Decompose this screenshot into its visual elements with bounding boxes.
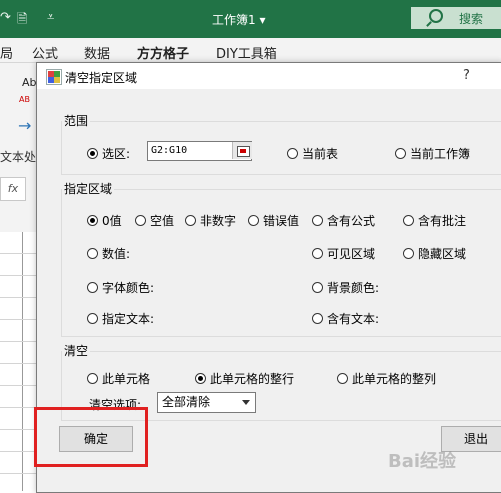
radio-non-number[interactable]: 非数字 xyxy=(185,212,236,229)
radio-button[interactable] xyxy=(287,148,298,159)
radio-button[interactable] xyxy=(87,248,98,259)
dialog-title-bar: 清空指定区域 ? xyxy=(37,63,501,89)
arrow-right-icon[interactable]: → xyxy=(18,116,31,135)
menu-item-formulas[interactable]: 公式 xyxy=(32,43,58,62)
radio-current-sheet-label: 当前表 xyxy=(302,147,339,161)
radio-background-color[interactable]: 背景颜色: xyxy=(312,279,379,296)
radio-button[interactable] xyxy=(312,215,323,226)
chevron-down-icon xyxy=(242,400,250,405)
search-label: 搜索 xyxy=(459,12,484,26)
radio-non-number-label: 非数字 xyxy=(200,214,237,228)
radio-current-workbook-label: 当前工作簿 xyxy=(410,147,471,161)
radio-button[interactable] xyxy=(403,248,414,259)
radio-visible-area-label: 可见区域 xyxy=(327,247,376,261)
clear-option-select[interactable]: 全部清除 xyxy=(157,392,256,413)
area-group-title: 指定区域 xyxy=(62,180,115,197)
worksheet-grid[interactable] xyxy=(0,232,36,491)
ribbon-ab-small-button[interactable]: AB xyxy=(19,95,30,104)
radio-contains-text[interactable]: 含有文本: xyxy=(312,310,379,327)
radio-specified-text-label: 指定文本: xyxy=(102,312,155,326)
search-box[interactable]: 搜索 xyxy=(411,7,501,29)
menu-item-fangfang[interactable]: 方方格子 xyxy=(137,43,189,62)
radio-button[interactable] xyxy=(337,373,348,384)
radio-contains-text-label: 含有文本: xyxy=(327,312,380,326)
radio-font-color[interactable]: 字体颜色: xyxy=(87,279,154,296)
radio-contains-comment-label: 含有批注 xyxy=(418,214,467,228)
menu-item-data[interactable]: 数据 xyxy=(84,43,110,62)
radio-this-cell[interactable]: 此单元格 xyxy=(87,370,150,387)
radio-zero-value-label: 0值 xyxy=(102,214,122,228)
radio-button[interactable] xyxy=(87,313,98,324)
radio-selection-label: 选区: xyxy=(102,147,131,161)
radio-current-sheet[interactable]: 当前表 xyxy=(287,145,338,162)
radio-empty-value-label: 空值 xyxy=(150,214,175,228)
clear-option-value: 全部清除 xyxy=(162,395,211,409)
radio-button[interactable] xyxy=(403,215,414,226)
radio-button[interactable] xyxy=(87,282,98,293)
range-picker-button[interactable] xyxy=(232,142,252,159)
clear-group-title: 清空 xyxy=(62,342,91,359)
radio-button[interactable] xyxy=(248,215,259,226)
redo-icon[interactable]: ↷ xyxy=(0,10,11,25)
radio-button[interactable] xyxy=(312,282,323,293)
radio-button[interactable] xyxy=(87,215,98,226)
ribbon-text-processing-label: 文本处 xyxy=(0,150,37,164)
radio-button[interactable] xyxy=(312,313,323,324)
radio-current-workbook[interactable]: 当前工作簿 xyxy=(395,145,470,162)
search-icon xyxy=(429,9,443,23)
workbook-title: 工作簿1 ▾ xyxy=(212,13,266,27)
file-icon[interactable]: 🗎 xyxy=(17,10,27,32)
help-button[interactable]: ? xyxy=(463,68,470,83)
dialog-title: 清空指定区域 xyxy=(65,71,138,85)
radio-zero-value[interactable]: 0值 xyxy=(87,212,122,229)
radio-this-cell-label: 此单元格 xyxy=(102,372,151,386)
excel-menu-bar: 局 公式 数据 方方格子 DIY工具箱 xyxy=(0,38,501,63)
range-group-title: 范围 xyxy=(62,112,91,129)
watermark: Bai经验 xyxy=(388,451,457,472)
radio-whole-column[interactable]: 此单元格的整列 xyxy=(337,370,436,387)
radio-error-value[interactable]: 错误值 xyxy=(248,212,299,229)
radio-selection[interactable]: 选区: xyxy=(87,145,130,162)
insert-function-button[interactable]: fx xyxy=(0,177,26,201)
radio-whole-column-label: 此单元格的整列 xyxy=(352,372,437,386)
radio-visible-area[interactable]: 可见区域 xyxy=(312,245,375,262)
radio-button[interactable] xyxy=(185,215,196,226)
radio-hidden-area-label: 隐藏区域 xyxy=(418,247,467,261)
radio-button[interactable] xyxy=(395,148,406,159)
radio-button[interactable] xyxy=(195,373,206,384)
excel-title-bar: ↷ 🗎 ⩡ 工作簿1 ▾ 搜索 xyxy=(0,0,501,38)
radio-background-color-label: 背景颜色: xyxy=(327,281,380,295)
radio-error-value-label: 错误值 xyxy=(263,214,300,228)
radio-font-color-label: 字体颜色: xyxy=(102,281,155,295)
radio-whole-row-label: 此单元格的整行 xyxy=(210,372,295,386)
radio-button[interactable] xyxy=(87,373,98,384)
radio-empty-value[interactable]: 空值 xyxy=(135,212,174,229)
radio-contains-comment[interactable]: 含有批注 xyxy=(403,212,466,229)
radio-whole-row[interactable]: 此单元格的整行 xyxy=(195,370,294,387)
range-picker-icon xyxy=(237,146,250,157)
radio-number-label: 数值: xyxy=(102,247,131,261)
radio-button[interactable] xyxy=(135,215,146,226)
menu-item-partial[interactable]: 局 xyxy=(0,43,13,62)
menu-item-diy-toolbox[interactable]: DIY工具箱 xyxy=(216,43,277,62)
radio-contains-formula-label: 含有公式 xyxy=(327,214,376,228)
highlight-frame xyxy=(34,407,148,467)
radio-button[interactable] xyxy=(312,248,323,259)
radio-button[interactable] xyxy=(87,148,98,159)
radio-specified-text[interactable]: 指定文本: xyxy=(87,310,154,327)
ribbon-ab-button[interactable]: Ab xyxy=(22,76,37,89)
quick-access-dropdown-icon[interactable]: ⩡ xyxy=(47,10,54,25)
radio-contains-formula[interactable]: 含有公式 xyxy=(312,212,375,229)
radio-hidden-area[interactable]: 隐藏区域 xyxy=(403,245,466,262)
radio-number[interactable]: 数值: xyxy=(87,245,130,262)
dialog-app-icon xyxy=(46,69,62,85)
